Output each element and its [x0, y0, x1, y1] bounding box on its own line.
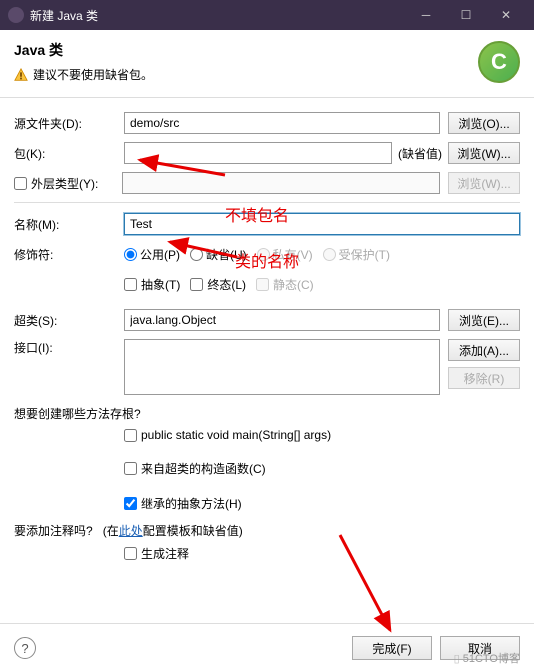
dialog-header: Java 类 建议不要使用缺省包。 C [0, 30, 534, 98]
modifier-protected-radio [323, 248, 336, 261]
label-interfaces: 接口(I): [14, 339, 124, 356]
label-modifiers: 修饰符: [14, 246, 124, 263]
stub-inherited-checkbox[interactable] [124, 497, 137, 510]
modifier-public-radio[interactable] [124, 248, 137, 261]
page-title: Java 类 [14, 40, 478, 60]
configure-link[interactable]: 此处 [119, 524, 143, 538]
enclosing-checkbox[interactable] [14, 177, 27, 190]
add-interface-button[interactable]: 添加(A)... [448, 339, 520, 361]
stub-constructors-checkbox[interactable] [124, 462, 137, 475]
browse-package-button[interactable]: 浏览(W)... [448, 142, 520, 164]
browse-source-button[interactable]: 浏览(O)... [448, 112, 520, 134]
modifier-default-radio[interactable] [190, 248, 203, 261]
titlebar: 新建 Java 类 ─ ☐ ✕ [0, 0, 534, 30]
package-input[interactable] [124, 142, 392, 164]
name-input[interactable] [124, 213, 520, 235]
comments-question: 要添加注释吗? (在此处配置模板和缺省值) [14, 522, 520, 539]
finish-button[interactable]: 完成(F) [352, 636, 432, 660]
warning-icon [14, 68, 28, 82]
stubs-question: 想要创建哪些方法存根? [14, 405, 520, 422]
modifier-final-checkbox[interactable] [190, 278, 203, 291]
label-package: 包(K): [14, 145, 124, 162]
remove-interface-button: 移除(R) [448, 367, 520, 389]
class-icon: C [478, 41, 520, 83]
label-source-folder: 源文件夹(D): [14, 115, 124, 132]
superclass-input[interactable] [124, 309, 440, 331]
divider [14, 202, 520, 203]
label-name: 名称(M): [14, 216, 124, 233]
window-title: 新建 Java 类 [30, 7, 406, 24]
source-folder-input[interactable] [124, 112, 440, 134]
watermark: ▯ 51CTO博客 [454, 650, 520, 666]
minimize-button[interactable]: ─ [406, 0, 446, 30]
interfaces-list[interactable] [124, 339, 440, 395]
package-default-hint: (缺省值) [398, 145, 442, 162]
browse-superclass-button[interactable]: 浏览(E)... [448, 309, 520, 331]
maximize-button[interactable]: ☐ [446, 0, 486, 30]
label-enclosing: 外层类型(Y): [31, 175, 98, 192]
enclosing-input [122, 172, 440, 194]
modifier-abstract-checkbox[interactable] [124, 278, 137, 291]
stub-main-checkbox[interactable] [124, 429, 137, 442]
modifier-private-radio [257, 248, 270, 261]
close-button[interactable]: ✕ [486, 0, 526, 30]
modifier-static-checkbox [256, 278, 269, 291]
help-button[interactable]: ? [14, 637, 36, 659]
warning-text: 建议不要使用缺省包。 [33, 66, 153, 83]
browse-enclosing-button: 浏览(W)... [448, 172, 520, 194]
label-superclass: 超类(S): [14, 312, 124, 329]
eclipse-icon [8, 7, 24, 23]
generate-comments-checkbox[interactable] [124, 547, 137, 560]
